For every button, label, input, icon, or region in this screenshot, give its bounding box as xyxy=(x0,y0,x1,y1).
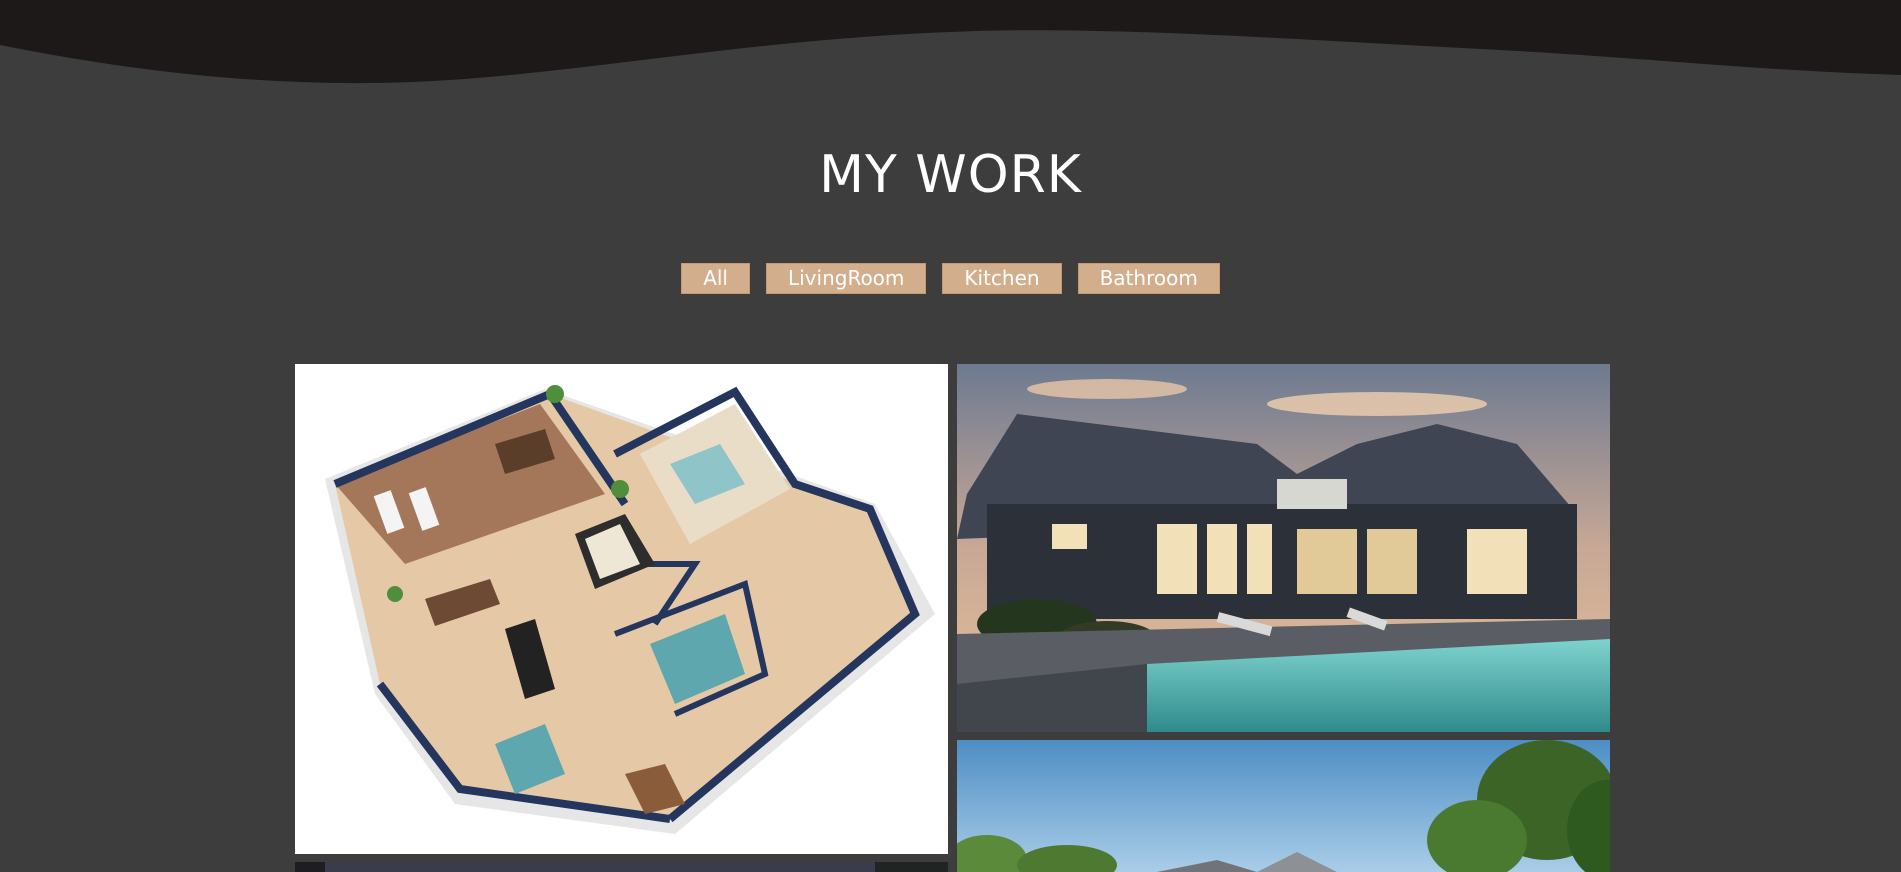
house-night-image[interactable] xyxy=(295,862,948,872)
house-pool-dusk-image[interactable] xyxy=(957,364,1610,732)
section-title: MY WORK xyxy=(819,145,1082,205)
floor-plan-3d-image[interactable] xyxy=(295,364,948,854)
filter-livingroom-button[interactable]: LivingRoom xyxy=(765,263,927,294)
header-wave-decoration xyxy=(0,0,1901,84)
house-exterior-day-image[interactable] xyxy=(957,740,1610,872)
filter-bathroom-button[interactable]: Bathroom xyxy=(1077,263,1220,294)
filter-kitchen-button[interactable]: Kitchen xyxy=(942,263,1062,294)
filter-all-button[interactable]: All xyxy=(681,263,750,294)
filter-bar: All LivingRoom Kitchen Bathroom xyxy=(0,263,1901,294)
